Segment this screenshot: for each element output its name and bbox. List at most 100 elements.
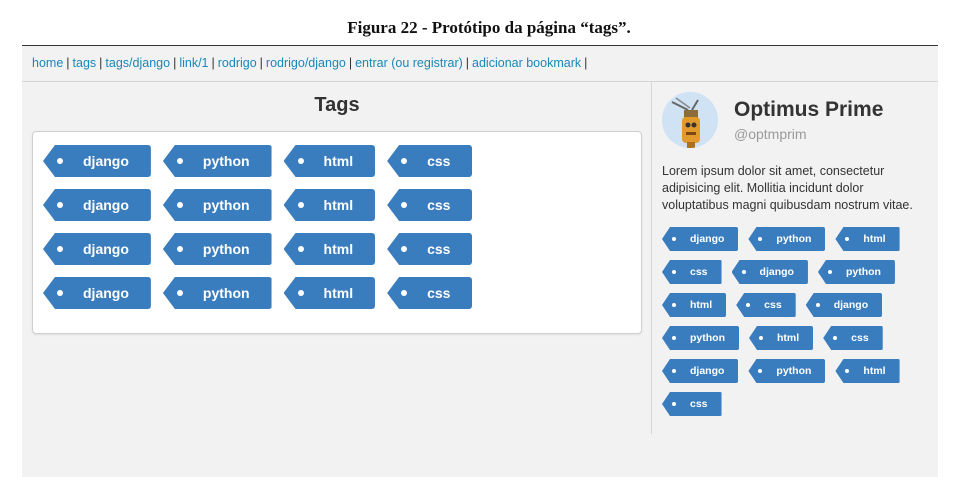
nav-separator: | (99, 56, 103, 70)
sidebar-divider (651, 82, 652, 434)
tag-text: django (833, 299, 869, 311)
sidebar-tag-label[interactable]: css (736, 293, 796, 317)
tag-label[interactable]: django (43, 277, 151, 309)
sidebar-tag-label[interactable]: django (662, 359, 739, 383)
sidebar-tag-label[interactable]: django (805, 293, 883, 317)
tag-hole-icon (758, 237, 763, 241)
nav-separator: | (348, 56, 353, 70)
sidebar-tag-label[interactable]: css (662, 260, 722, 284)
tag-text: python (202, 285, 250, 301)
robot-avatar-icon[interactable] (662, 92, 718, 148)
nav-link-tags-django[interactable]: tags/django (105, 56, 170, 70)
sidebar-tag-label[interactable]: python (748, 227, 826, 251)
tag-text: python (690, 332, 725, 344)
tag-text: django (83, 197, 129, 213)
tag-hole-icon (297, 290, 304, 296)
tag-text: django (83, 153, 129, 169)
page-title: Tags (314, 94, 360, 116)
tag-text: css (427, 241, 451, 257)
tag-label[interactable]: django (43, 145, 151, 177)
nav-link-tags[interactable]: tags (73, 56, 97, 70)
tag-label[interactable]: django (43, 233, 151, 265)
tag-text: django (759, 266, 794, 278)
tag-label[interactable]: python (162, 145, 272, 177)
tag-text: python (202, 153, 250, 169)
tag-label[interactable]: css (387, 145, 473, 177)
nav-link-rodrigo-django[interactable]: rodrigo/django (266, 56, 346, 70)
nav-link-rodrigo[interactable]: rodrigo (218, 56, 257, 70)
nav-link-login[interactable]: entrar (ou registrar) (355, 56, 463, 70)
tag-text: css (427, 285, 451, 301)
sidebar-tag-label[interactable]: html (835, 359, 900, 383)
tag-hole-icon (827, 270, 832, 274)
tag-text: django (83, 285, 129, 301)
tag-hole-icon (176, 290, 183, 296)
sidebar-tag-label[interactable]: django (662, 227, 739, 251)
sidebar-tag-label[interactable]: css (823, 326, 883, 350)
tag-text: django (690, 365, 725, 377)
tag-hole-icon (672, 369, 676, 373)
tag-hole-icon (672, 402, 676, 406)
nav-link-add-bookmark[interactable]: adicionar bookmark (472, 56, 581, 70)
tag-hole-icon (401, 202, 408, 208)
tag-text: html (323, 285, 354, 301)
tag-text: html (323, 153, 354, 169)
tag-text: python (776, 233, 812, 245)
tag-hole-icon (297, 202, 304, 208)
tag-text: css (427, 153, 451, 169)
tag-label[interactable]: django (43, 189, 151, 221)
tag-label[interactable]: html (283, 233, 376, 265)
app-canvas: home | tags | tags/django | link/1 | rodrigo | rod… (22, 46, 938, 477)
tag-cloud: django python html css django python htm… (43, 145, 603, 321)
tag-hole-icon (57, 246, 63, 252)
tag-text: html (323, 197, 354, 213)
sidebar-tag-label[interactable]: html (749, 326, 814, 350)
profile-name: Optimus Prime (734, 98, 884, 121)
tag-text: html (863, 233, 886, 245)
tag-text: python (202, 197, 250, 213)
tag-label[interactable]: html (283, 145, 376, 177)
tag-label[interactable]: css (387, 233, 473, 265)
tag-text: css (427, 197, 451, 213)
tag-hole-icon (672, 270, 676, 274)
tag-hole-icon (57, 202, 63, 208)
tag-label[interactable]: css (387, 277, 473, 309)
sidebar-tag-cloud: django python html css django python htm… (662, 227, 932, 425)
sidebar-tag-label[interactable]: python (662, 326, 739, 350)
sidebar-tag-label[interactable]: html (662, 293, 727, 317)
tag-hole-icon (758, 369, 763, 373)
tag-text: css (690, 398, 708, 410)
sidebar-tag-label[interactable]: css (662, 392, 722, 416)
tag-label[interactable]: python (162, 277, 272, 309)
nav-divider (22, 81, 938, 82)
top-nav: home | tags | tags/django | link/1 | rodrigo | rod… (32, 56, 590, 70)
tag-hole-icon (401, 158, 408, 164)
nav-link-link-1[interactable]: link/1 (179, 56, 208, 70)
tags-panel: django python html css django python htm… (32, 131, 642, 334)
tag-label[interactable]: python (162, 233, 272, 265)
tag-text: html (863, 365, 886, 377)
sidebar-tag-label[interactable]: html (835, 227, 900, 251)
tag-text: html (777, 332, 800, 344)
tag-hole-icon (833, 336, 838, 340)
sidebar-tag-label[interactable]: python (817, 260, 895, 284)
nav-separator: | (259, 56, 263, 70)
tag-label[interactable]: css (387, 189, 473, 221)
tag-hole-icon (746, 303, 751, 307)
nav-separator: | (173, 56, 177, 70)
tag-text: css (690, 266, 708, 278)
tag-hole-icon (297, 158, 304, 164)
sidebar-tag-label[interactable]: python (748, 359, 826, 383)
tag-hole-icon (176, 202, 183, 208)
tag-label[interactable]: python (162, 189, 272, 221)
tag-label[interactable]: html (283, 189, 376, 221)
tag-hole-icon (401, 290, 408, 296)
nav-link-home[interactable]: home (32, 56, 63, 70)
tag-text: html (690, 299, 713, 311)
sidebar-tag-label[interactable]: django (731, 260, 808, 284)
tag-hole-icon (845, 369, 850, 373)
nav-separator: | (465, 56, 470, 70)
tag-label[interactable]: html (283, 277, 376, 309)
tag-hole-icon (741, 270, 746, 274)
tag-hole-icon (672, 237, 676, 241)
